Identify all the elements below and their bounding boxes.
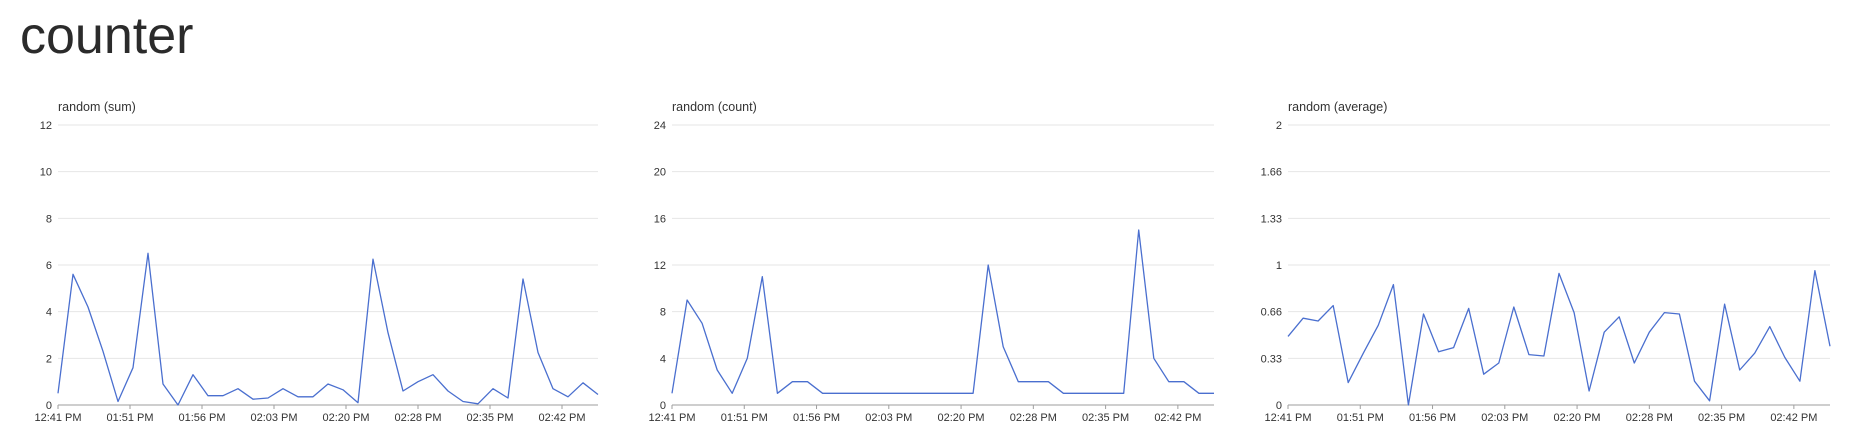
- y-tick-label: 0.66: [1261, 307, 1282, 319]
- y-tick-label: 8: [660, 307, 666, 319]
- x-tick-label: 02:28 PM: [1010, 412, 1057, 424]
- x-tick-label: 01:56 PM: [178, 412, 225, 424]
- x-tick-label: 02:42 PM: [1770, 412, 1817, 424]
- x-tick-label: 02:03 PM: [865, 412, 912, 424]
- y-tick-label: 0: [1276, 400, 1282, 412]
- x-tick-label: 02:03 PM: [250, 412, 297, 424]
- y-tick-label: 10: [40, 167, 52, 179]
- x-tick-label: 02:28 PM: [394, 412, 441, 424]
- x-tick-label: 02:35 PM: [466, 412, 513, 424]
- y-tick-label: 4: [660, 353, 666, 365]
- y-tick-label: 1: [1276, 260, 1282, 272]
- y-tick-label: 0: [660, 400, 666, 412]
- x-tick-label: 02:20 PM: [322, 412, 369, 424]
- x-tick-label: 02:42 PM: [538, 412, 585, 424]
- x-tick-label: 02:35 PM: [1082, 412, 1129, 424]
- y-tick-label: 8: [46, 213, 52, 225]
- y-tick-label: 0.33: [1261, 353, 1282, 365]
- x-tick-label: 02:03 PM: [1481, 412, 1528, 424]
- y-tick-label: 24: [654, 120, 666, 132]
- x-tick-label: 02:42 PM: [1154, 412, 1201, 424]
- y-tick-label: 1.33: [1261, 213, 1282, 225]
- chart-title: random (average): [1288, 100, 1387, 114]
- x-tick-label: 02:35 PM: [1698, 412, 1745, 424]
- chart-panel-sum: random (sum) 0 2 4 6 8 10 12 12:41 PM 01:51 PM 01:…: [34, 100, 599, 424]
- y-tick-label: 1.66: [1261, 167, 1282, 179]
- y-tick-label: 12: [40, 120, 52, 132]
- x-tick-label: 12:41 PM: [1264, 412, 1311, 424]
- y-tick-label: 20: [654, 167, 666, 179]
- charts-canvas: random (sum)02468101212:41 PM 01:51 PM 01:…: [34, 100, 1831, 424]
- chart-panel-average: random (average) 0 0.33 0.66 1 1.33 1.66 2 12:41…: [1261, 100, 1831, 424]
- x-tick-label: 02:20 PM: [1554, 412, 1601, 424]
- chart-panel-count: random (count) 0 4 8 12 16 20 24 12:41 PM 01:51 P…: [648, 100, 1214, 424]
- series-line: [57, 252, 599, 406]
- y-tick-label: 6: [46, 260, 52, 272]
- x-tick-label: 01:56 PM: [793, 412, 840, 424]
- y-tick-label: 2: [1276, 120, 1282, 132]
- x-tick-label: 01:56 PM: [1409, 412, 1456, 424]
- y-tick-label: 2: [46, 353, 52, 365]
- y-tick-label: 4: [46, 307, 52, 319]
- y-tick-label: 16: [654, 213, 666, 225]
- x-tick-label: 12:41 PM: [34, 412, 81, 424]
- y-tick-label: 12: [654, 260, 666, 272]
- x-tick-label: 01:51 PM: [106, 412, 153, 424]
- series-line: [1287, 269, 1831, 406]
- y-tick-label: 0: [46, 400, 52, 412]
- x-tick-label: 02:28 PM: [1626, 412, 1673, 424]
- x-tick-label: 02:20 PM: [938, 412, 985, 424]
- chart-title: random (count): [672, 100, 757, 114]
- x-tick-label: 01:51 PM: [721, 412, 768, 424]
- x-tick-label: 01:51 PM: [1337, 412, 1384, 424]
- chart-title: random (sum): [58, 100, 136, 114]
- x-tick-label: 12:41 PM: [648, 412, 695, 424]
